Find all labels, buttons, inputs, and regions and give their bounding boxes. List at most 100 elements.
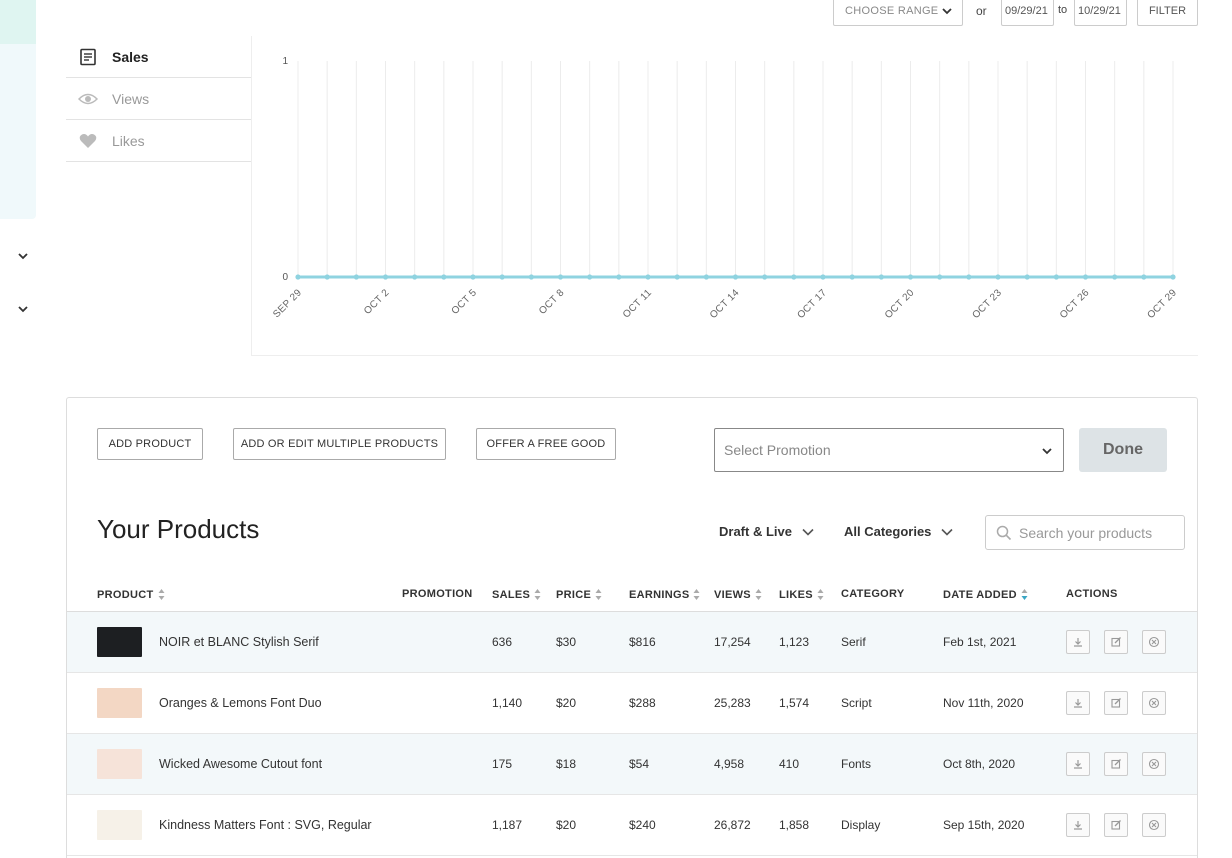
- category-value: Script: [841, 696, 872, 710]
- edit-button[interactable]: [1104, 813, 1128, 837]
- product-name[interactable]: Kindness Matters Font : SVG, Regular: [159, 818, 372, 832]
- metric-tabs: Sales Views Likes: [66, 36, 251, 162]
- column-promotion-label: PROMOTION: [402, 588, 473, 600]
- data-point: [907, 274, 914, 280]
- search-placeholder: Search your products: [1019, 524, 1153, 541]
- heart-icon: [78, 132, 98, 150]
- download-button[interactable]: [1066, 630, 1090, 654]
- product-thumbnail[interactable]: [97, 627, 142, 657]
- column-category: CATEGORY: [841, 588, 905, 600]
- price-value: $18: [556, 757, 577, 771]
- views-value: 26,872: [714, 818, 751, 832]
- add-product-button[interactable]: ADD PRODUCT: [97, 428, 203, 460]
- download-button[interactable]: [1066, 691, 1090, 715]
- column-date-added[interactable]: DATE ADDED: [943, 588, 1028, 601]
- chevron-down-icon[interactable]: [17, 303, 29, 315]
- date-from-input[interactable]: 09/29/21: [1001, 0, 1054, 26]
- data-point: [1053, 274, 1059, 280]
- page-title: Your Products: [97, 514, 260, 544]
- edit-button[interactable]: [1104, 691, 1128, 715]
- data-point: [295, 274, 301, 280]
- remove-button[interactable]: [1142, 630, 1166, 654]
- column-likes[interactable]: LIKES: [779, 588, 824, 601]
- column-earnings[interactable]: EARNINGS: [629, 588, 700, 601]
- search-input[interactable]: Search your products: [985, 515, 1185, 550]
- metric-tab-views[interactable]: Views: [66, 78, 251, 120]
- data-point: [878, 274, 884, 280]
- download-icon: [1074, 638, 1082, 647]
- sales-chart-svg: 0 1 SEP 29 OCT 2 OCT 5 OCT 8 OCT 11 OCT 14 OCT 1…: [271, 56, 1179, 321]
- data-point: [937, 274, 943, 280]
- x-tick-label: OCT 2: [362, 287, 392, 317]
- data-point: [995, 274, 1001, 280]
- data-point: [1112, 274, 1118, 280]
- status-filter-dropdown[interactable]: Draft & Live: [719, 524, 814, 539]
- x-tick-label: OCT 5: [450, 287, 480, 317]
- status-filter-label: Draft & Live: [719, 524, 792, 539]
- product-thumbnail[interactable]: [97, 810, 142, 840]
- table-row[interactable]: Oranges & Lemons Font Duo 1,140 $20 $288 25,…: [67, 673, 1197, 734]
- remove-icon: [1148, 819, 1160, 831]
- edit-button[interactable]: [1104, 752, 1128, 776]
- y-tick-label: 1: [282, 56, 288, 67]
- register-icon: [78, 48, 98, 66]
- views-value: 25,283: [714, 696, 751, 710]
- column-sales[interactable]: SALES: [492, 588, 541, 601]
- promotion-select-label: Select Promotion: [724, 442, 831, 458]
- remove-icon: [1148, 697, 1160, 709]
- data-point: [499, 274, 505, 280]
- table-row[interactable]: Kindness Matters Font : SVG, Regular 1,18…: [67, 795, 1197, 856]
- x-tick-label: OCT 26: [1058, 287, 1092, 321]
- data-point: [1024, 274, 1030, 280]
- download-icon: [1074, 760, 1082, 769]
- add-multiple-products-button[interactable]: ADD OR EDIT MULTIPLE PRODUCTS: [233, 428, 446, 460]
- likes-value: 1,123: [779, 635, 810, 649]
- remove-button[interactable]: [1142, 691, 1166, 715]
- table-row[interactable]: Wicked Awesome Cutout font 175 $18 $54 4,958…: [67, 734, 1197, 795]
- date-to-input[interactable]: 10/29/21: [1074, 0, 1127, 26]
- done-button[interactable]: Done: [1079, 428, 1167, 472]
- remove-button[interactable]: [1142, 813, 1166, 837]
- column-views[interactable]: VIEWS: [714, 588, 762, 601]
- remove-button[interactable]: [1142, 752, 1166, 776]
- price-value: $20: [556, 818, 577, 832]
- edit-button[interactable]: [1104, 630, 1128, 654]
- chevron-down-icon[interactable]: [17, 250, 29, 262]
- edit-icon: [1111, 759, 1121, 769]
- product-name[interactable]: Oranges & Lemons Font Duo: [159, 696, 322, 710]
- column-views-label: VIEWS: [714, 588, 751, 601]
- product-name[interactable]: NOIR et BLANC Stylish Serif: [159, 635, 319, 649]
- column-actions-label: ACTIONS: [1066, 588, 1118, 600]
- download-icon: [1074, 821, 1082, 830]
- edit-icon: [1111, 698, 1121, 708]
- column-price[interactable]: PRICE: [556, 588, 602, 601]
- download-button[interactable]: [1066, 752, 1090, 776]
- chevron-down-icon: [802, 528, 814, 536]
- download-button[interactable]: [1066, 813, 1090, 837]
- sales-value: 1,140: [492, 696, 523, 710]
- column-promotion: PROMOTION: [402, 588, 473, 600]
- filter-button[interactable]: FILTER: [1137, 0, 1198, 26]
- column-product[interactable]: PRODUCT: [97, 588, 165, 601]
- chevron-down-icon: [942, 8, 952, 15]
- metric-tab-sales[interactable]: Sales: [66, 36, 251, 78]
- column-actions: ACTIONS: [1066, 588, 1118, 600]
- sort-icon: [693, 589, 700, 600]
- remove-icon: [1148, 636, 1160, 648]
- date-added-value: Nov 11th, 2020: [943, 696, 1024, 710]
- category-filter-dropdown[interactable]: All Categories: [844, 524, 953, 539]
- table-row[interactable]: NOIR et BLANC Stylish Serif 636 $30 $816 17,…: [67, 612, 1197, 673]
- product-thumbnail[interactable]: [97, 749, 142, 779]
- offer-free-good-button[interactable]: OFFER A FREE GOOD: [476, 428, 616, 460]
- product-thumbnail[interactable]: [97, 688, 142, 718]
- data-point: [966, 274, 972, 280]
- x-tick-label: OCT 29: [1145, 287, 1179, 321]
- data-point: [324, 274, 330, 280]
- metric-tab-likes[interactable]: Likes: [66, 120, 251, 162]
- column-category-label: CATEGORY: [841, 588, 905, 600]
- promotion-select[interactable]: Select Promotion: [714, 428, 1064, 472]
- range-select[interactable]: CHOOSE RANGE: [833, 0, 963, 26]
- product-name[interactable]: Wicked Awesome Cutout font: [159, 757, 322, 771]
- download-icon: [1074, 699, 1082, 708]
- rail-top-accent: [0, 0, 36, 44]
